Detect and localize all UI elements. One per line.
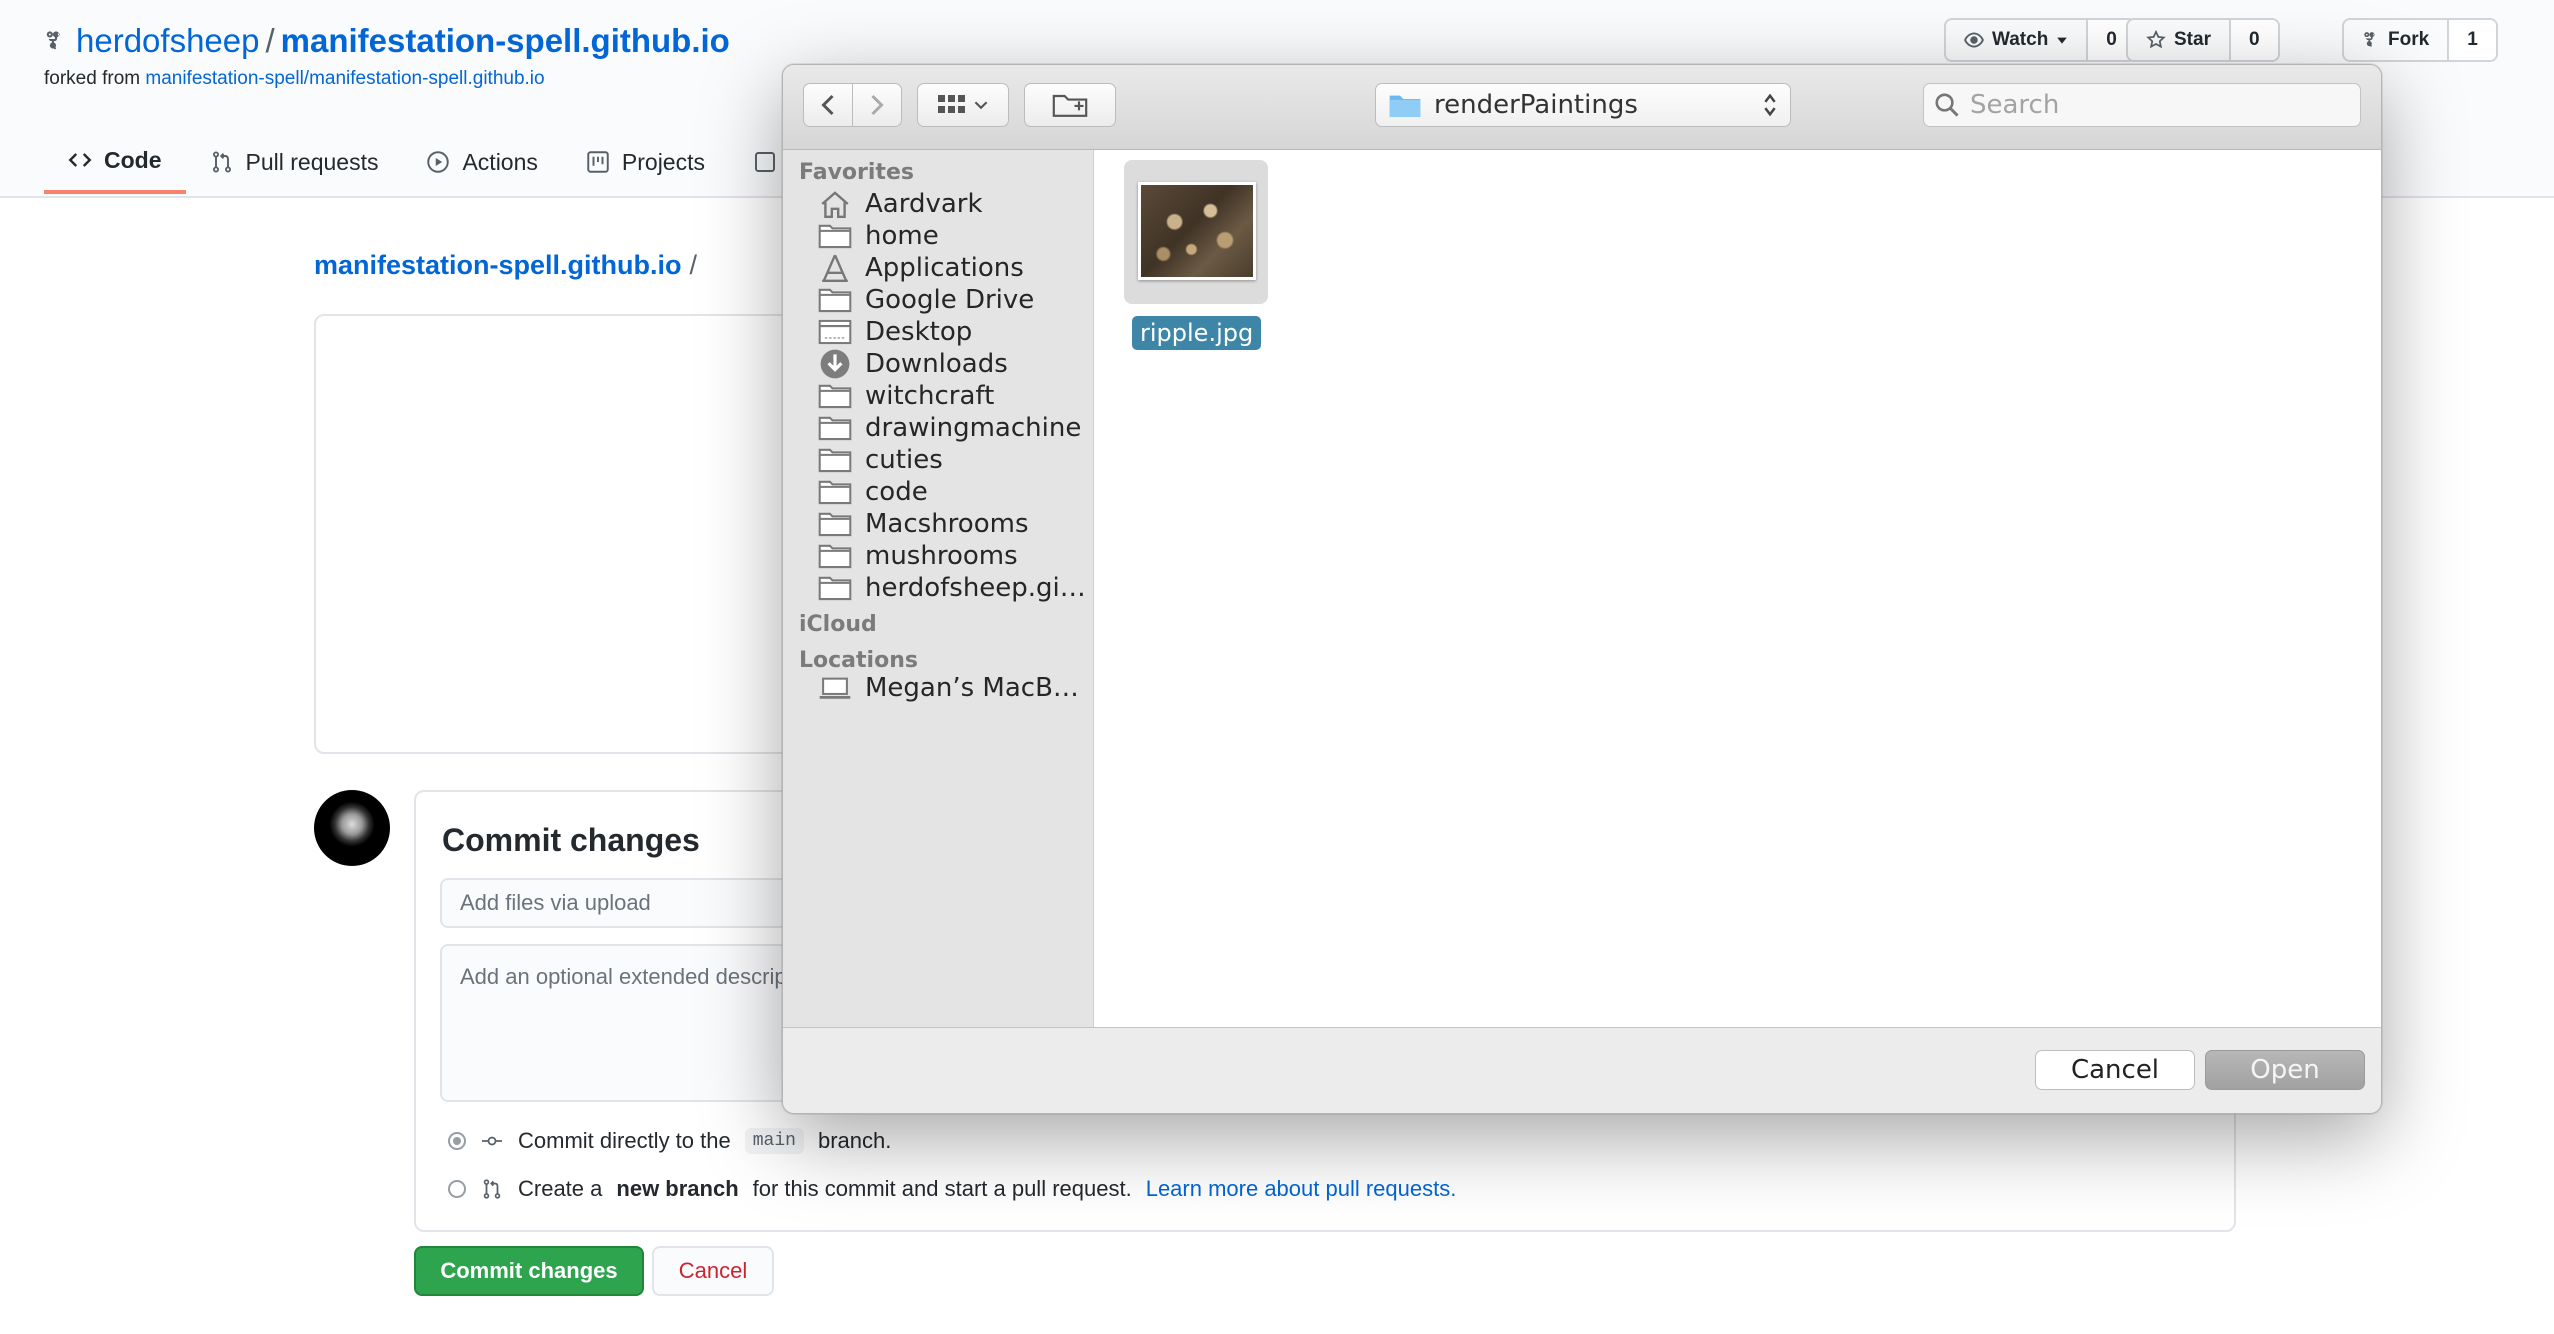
code-icon — [68, 153, 92, 167]
git-commit-icon — [482, 1136, 502, 1146]
repo-tabs: Code Pull requests Actions Projects — [44, 130, 801, 196]
commit-new-bold: new branch — [616, 1176, 739, 1201]
image-thumbnail — [1138, 182, 1256, 280]
tab-projects-label: Projects — [621, 148, 705, 175]
commit-new-branch-option[interactable]: Create a new branch for this commit and … — [448, 1176, 1456, 1202]
location-popup[interactable]: renderPaintings — [1375, 83, 1791, 127]
laptop-icon — [817, 670, 853, 706]
pull-request-icon — [483, 1179, 501, 1199]
branch-name: main — [744, 1128, 804, 1154]
forked-from-link[interactable]: manifestation-spell/manifestation-spell.… — [145, 68, 544, 89]
dialog-open-button[interactable]: Open — [2205, 1050, 2365, 1090]
commit-new-branch-radio[interactable] — [448, 1180, 466, 1198]
breadcrumb-separator: / — [689, 250, 698, 280]
tab-code[interactable]: Code — [44, 130, 186, 194]
repo-separator: / — [265, 22, 275, 59]
star-icon — [2146, 30, 2166, 49]
project-icon — [587, 151, 609, 173]
chevron-right-icon — [871, 94, 884, 116]
commit-direct-suffix: branch. — [817, 1128, 892, 1153]
fork-icon — [2364, 32, 2375, 47]
repo-owner-link[interactable]: herdofsheep — [76, 22, 259, 59]
avatar — [314, 790, 390, 866]
dialog-toolbar: renderPaintings Search — [783, 65, 2381, 150]
commit-direct-prefix: Commit directly to the — [518, 1128, 731, 1153]
fork-label: Fork — [2388, 29, 2430, 50]
star-label: Star — [2174, 29, 2211, 50]
forked-from: forked from manifestation-spell/manifest… — [44, 68, 545, 90]
icon-grid-icon — [938, 95, 965, 113]
fork-button[interactable]: Fork — [2344, 20, 2447, 60]
forward-button[interactable] — [852, 83, 902, 127]
repo-forked-icon — [44, 20, 66, 66]
star-group: Star 0 — [2126, 18, 2280, 62]
new-folder-button[interactable] — [1024, 83, 1116, 127]
location-name: renderPaintings — [1434, 90, 1638, 120]
tab-actions[interactable]: Actions — [402, 130, 561, 194]
new-folder-icon — [1052, 94, 1088, 117]
book-icon — [755, 152, 775, 172]
fork-count[interactable]: 1 — [2447, 20, 2496, 60]
breadcrumb-repo-link[interactable]: manifestation-spell.github.io — [314, 250, 682, 280]
dialog-footer: Cancel Open — [783, 1027, 2381, 1113]
file-item-ripple[interactable] — [1124, 160, 1268, 304]
tab-pull-requests[interactable]: Pull requests — [186, 130, 403, 194]
commit-direct-option[interactable]: Commit directly to the main branch. — [448, 1128, 891, 1154]
sidebar-item-macbook[interactable]: Megan’s MacB… — [817, 666, 1079, 710]
watch-label: Watch — [1992, 29, 2049, 50]
tab-pull-requests-label: Pull requests — [245, 148, 379, 175]
folder-icon — [817, 570, 853, 606]
commit-title: Commit changes — [442, 822, 700, 858]
breadcrumb: manifestation-spell.github.io / — [314, 250, 697, 281]
sidebar-item-herdofsheep[interactable]: herdofsheep.gi… — [817, 566, 1086, 610]
commit-direct-radio[interactable] — [448, 1132, 466, 1150]
learn-more-link[interactable]: Learn more about pull requests. — [1146, 1176, 1457, 1202]
sidebar-section-icloud: iCloud — [799, 612, 877, 637]
commit-new-prefix: Create a — [518, 1176, 603, 1201]
sidebar-item-label: Megan’s MacB… — [865, 673, 1079, 703]
fork-group: Fork 1 — [2342, 18, 2498, 62]
eye-icon — [1964, 32, 1984, 48]
chevron-down-icon — [974, 101, 988, 110]
tab-actions-label: Actions — [462, 148, 538, 175]
chevron-left-icon — [821, 94, 834, 116]
updown-chevron-icon — [1764, 93, 1776, 117]
file-browser: ripple.jpg — [1094, 150, 2381, 1027]
back-button[interactable] — [803, 83, 853, 127]
repo-name-link[interactable]: manifestation-spell.github.io — [281, 22, 730, 59]
search-input[interactable]: Search — [1923, 83, 2361, 127]
watch-button[interactable]: Watch — [1946, 20, 2086, 60]
play-circle-icon — [427, 151, 450, 173]
sidebar-item-label: herdofsheep.gi… — [865, 573, 1086, 603]
tab-code-label: Code — [104, 146, 162, 173]
commit-new-suffix: for this commit and start a pull request… — [752, 1176, 1132, 1201]
caret-down-icon — [2057, 37, 2068, 44]
pull-request-icon — [212, 151, 231, 173]
cancel-upload-button[interactable]: Cancel — [652, 1246, 774, 1296]
forked-from-label: forked from — [44, 68, 141, 89]
search-icon — [1935, 93, 1959, 117]
commit-changes-button[interactable]: Commit changes — [414, 1246, 644, 1296]
star-count[interactable]: 0 — [2228, 20, 2278, 60]
file-name-label[interactable]: ripple.jpg — [1132, 316, 1262, 350]
dialog-cancel-button[interactable]: Cancel — [2035, 1050, 2195, 1090]
folder-icon — [1389, 95, 1421, 117]
star-button[interactable]: Star — [2128, 20, 2229, 60]
repo-title: herdofsheep / manifestation-spell.github.i… — [44, 18, 730, 66]
file-open-dialog: renderPaintings Search Favorites Aardvar… — [782, 64, 2382, 1114]
tab-projects[interactable]: Projects — [562, 130, 729, 194]
watch-group: Watch 0 — [1944, 18, 2137, 62]
view-mode-button[interactable] — [917, 83, 1009, 127]
search-placeholder: Search — [1970, 90, 2060, 120]
dialog-sidebar: Favorites Aardvark home Applications Goo… — [783, 150, 1094, 1027]
